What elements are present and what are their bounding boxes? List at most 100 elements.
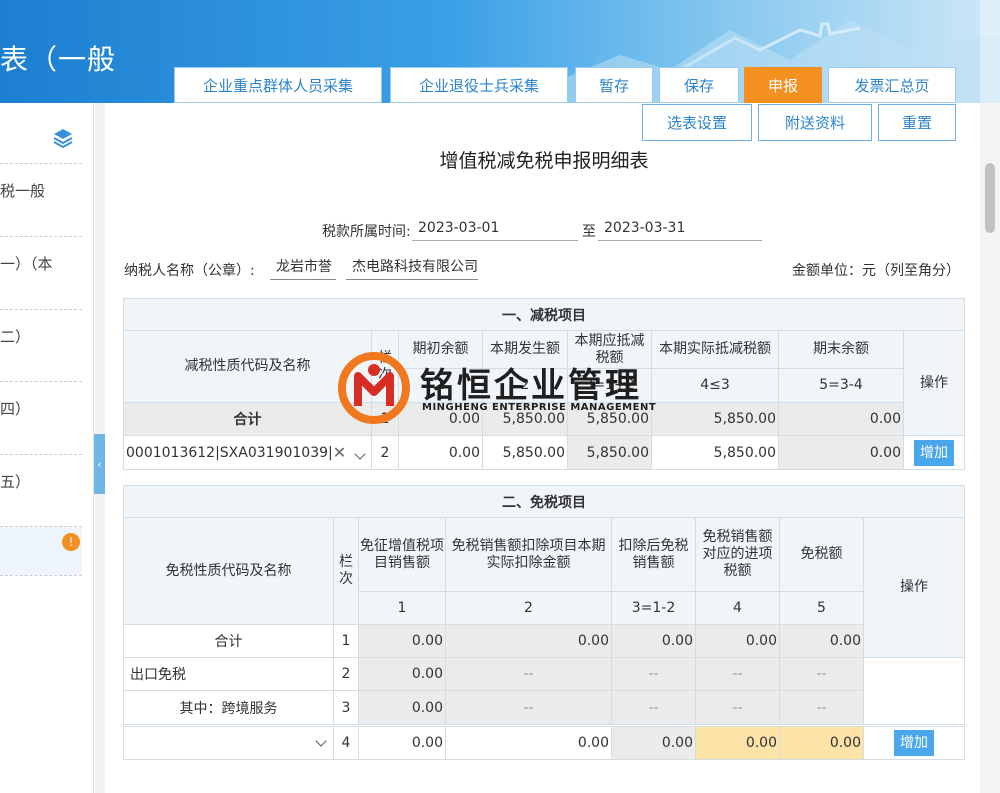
reduction-header-c1: 期初余额: [398, 330, 483, 369]
reduction-row-seq: 2: [371, 435, 399, 470]
sidebar-divider: [0, 381, 82, 382]
vertical-scrollbar[interactable]: [980, 103, 1000, 793]
exemption-r1-c1: 0.00: [358, 624, 446, 658]
save-button[interactable]: 保存: [659, 67, 739, 103]
veteran-collect-button[interactable]: 企业退役士兵采集: [390, 67, 568, 103]
exemption-header-name: 免税性质代码及名称: [123, 517, 334, 625]
reduction-code-select[interactable]: 0001013612|SXA031901039| ✕: [123, 435, 372, 470]
taxpayer-name-part1: 龙岩市誉: [270, 254, 336, 280]
period-end-field[interactable]: 2023-03-31: [598, 215, 762, 241]
reduction-op-cell: 增加: [903, 435, 965, 470]
reduction-formula-c1: 1: [398, 368, 483, 403]
exemption-r3-c2: --: [445, 690, 612, 725]
exemption-r2-c1: 0.00: [358, 657, 446, 691]
exemption-r3-c5: --: [779, 690, 864, 725]
reduction-total-name: 合计: [123, 402, 372, 436]
exemption-r4-seq: 4: [333, 726, 359, 760]
amount-unit-label: 金额单位：元（列至角分）: [792, 263, 960, 279]
reduction-total-c1: 0.00: [398, 402, 483, 436]
reduction-row-c4[interactable]: 5,850.00: [651, 435, 779, 470]
page-title: 表（一般: [0, 43, 117, 76]
table-row: 4 0.00 0.00 0.00 0.00 0.00 增加: [123, 726, 965, 760]
exemption-r2-c4: --: [695, 657, 780, 691]
exemption-r1-name: 合计: [123, 624, 334, 658]
period-start-field[interactable]: 2023-03-01: [412, 215, 578, 241]
exemption-r3-c4: --: [695, 690, 780, 725]
reduction-header-seq: 栏次: [371, 330, 399, 403]
form-title: 增值税减免税申报明细表: [439, 150, 649, 172]
reset-button[interactable]: 重置: [878, 104, 956, 141]
clear-icon[interactable]: ✕: [333, 443, 346, 462]
table-settings-button[interactable]: 选表设置: [642, 104, 752, 141]
exemption-r4-c4[interactable]: 0.00: [695, 726, 780, 760]
table-row: 0001013612|SXA031901039| ✕ 2 0.00 5,850.…: [123, 435, 965, 470]
exemption-input-row: 4 0.00 0.00 0.00 0.00 0.00 增加: [123, 726, 965, 760]
sidebar-item-2[interactable]: 一）（本: [0, 253, 82, 274]
exemption-r4-c5[interactable]: 0.00: [779, 726, 864, 760]
exemption-code-select[interactable]: [123, 726, 334, 760]
reduction-row-c3: 5,850.00: [567, 435, 652, 470]
exemption-r1-c5: 0.00: [779, 624, 864, 658]
exemption-r3-name: 其中：跨境服务: [123, 690, 334, 725]
sidebar-divider: [0, 575, 82, 576]
exemption-r2-seq: 2: [333, 657, 359, 691]
exemption-header-c4: 免税销售额对应的进项税额: [695, 517, 780, 592]
exemption-formula-c2: 2: [445, 591, 612, 625]
temp-save-button[interactable]: 暂存: [575, 67, 653, 103]
reduction-total-c4: 5,850.00: [651, 402, 779, 436]
table-row: 出口免税 2 0.00 -- -- -- --: [123, 657, 965, 725]
reduction-header-c5: 期末余额: [778, 330, 904, 369]
reduction-header-c4: 本期实际抵减税额: [651, 330, 779, 369]
sidebar-divider: [0, 309, 82, 310]
exemption-header-op: 操作: [863, 517, 965, 658]
period-to-label: 至: [582, 224, 596, 240]
header-scroll-strip: [980, 0, 1000, 103]
exemption-r3-c1: 0.00: [358, 690, 446, 725]
exemption-r4-c1[interactable]: 0.00: [358, 726, 446, 760]
exemption-title: 二、免税项目: [123, 485, 965, 518]
table-row: 合计 1 0.00 5,850.00 5,850.00 5,850.00 0.0…: [123, 402, 965, 436]
exemption-r1-c2: 0.00: [445, 624, 612, 658]
reduction-add-button[interactable]: 增加: [914, 439, 954, 466]
exemption-add-button[interactable]: 增加: [894, 730, 934, 756]
sidebar-item-3[interactable]: 二）: [0, 326, 82, 347]
exemption-header-c1: 免征增值税项目销售额: [358, 517, 446, 592]
exemption-header-c3: 扣除后免税销售额: [611, 517, 696, 592]
invoice-summary-button[interactable]: 发票汇总页: [828, 67, 956, 103]
scrollbar-thumb[interactable]: [985, 163, 995, 233]
exemption-r2-c2: --: [445, 657, 612, 691]
sidebar-divider: [0, 454, 82, 455]
reduction-header-op: 操作: [903, 330, 965, 436]
chevron-down-icon[interactable]: [354, 448, 366, 460]
exemption-r1-c4: 0.00: [695, 624, 780, 658]
exemption-formula-c1: 1: [358, 591, 446, 625]
taxpayer-label: 纳税人名称（公章）:: [124, 263, 255, 279]
exemption-table: 二、免税项目 免税性质代码及名称 栏次 免征增值税项目销售额 免税销售额扣除项目…: [123, 485, 965, 725]
exemption-formula-c4: 4: [695, 591, 780, 625]
reduction-total-seq: 1: [371, 402, 399, 436]
reduction-code-value: 0001013612|SXA031901039|: [126, 444, 333, 461]
collapse-sidebar-button[interactable]: ‹: [94, 434, 105, 494]
reduction-formula-c4: 4≤3: [651, 368, 779, 403]
exemption-r4-c2[interactable]: 0.00: [445, 726, 612, 760]
reduction-row-c5: 0.00: [778, 435, 904, 470]
reduction-formula-c5: 5=3-4: [778, 368, 904, 403]
declare-button[interactable]: 申报: [744, 67, 822, 103]
exemption-header-seq: 栏次: [333, 517, 359, 625]
taxpayer-name-part2: 杰电路科技有限公司: [346, 254, 478, 280]
sidebar-divider: [0, 236, 82, 237]
key-group-staff-button[interactable]: 企业重点群体人员采集: [174, 67, 382, 103]
reduction-header-name: 减税性质代码及名称: [123, 330, 372, 403]
sidebar-item-1[interactable]: 税一般: [0, 180, 82, 201]
exemption-op-spacer: [863, 657, 965, 725]
chevron-down-icon[interactable]: [315, 735, 327, 747]
attachments-button[interactable]: 附送资料: [758, 104, 872, 141]
exemption-header-c5: 免税额: [779, 517, 864, 592]
reduction-row-c1[interactable]: 0.00: [398, 435, 483, 470]
reduction-total-c3: 5,850.00: [567, 402, 652, 436]
exemption-r4-c3: 0.00: [611, 726, 696, 760]
sidebar-item-5[interactable]: 五）: [0, 471, 82, 492]
sidebar-item-4[interactable]: 四）: [0, 398, 82, 419]
exemption-r1-seq: 1: [333, 624, 359, 658]
reduction-row-c2[interactable]: 5,850.00: [482, 435, 568, 470]
